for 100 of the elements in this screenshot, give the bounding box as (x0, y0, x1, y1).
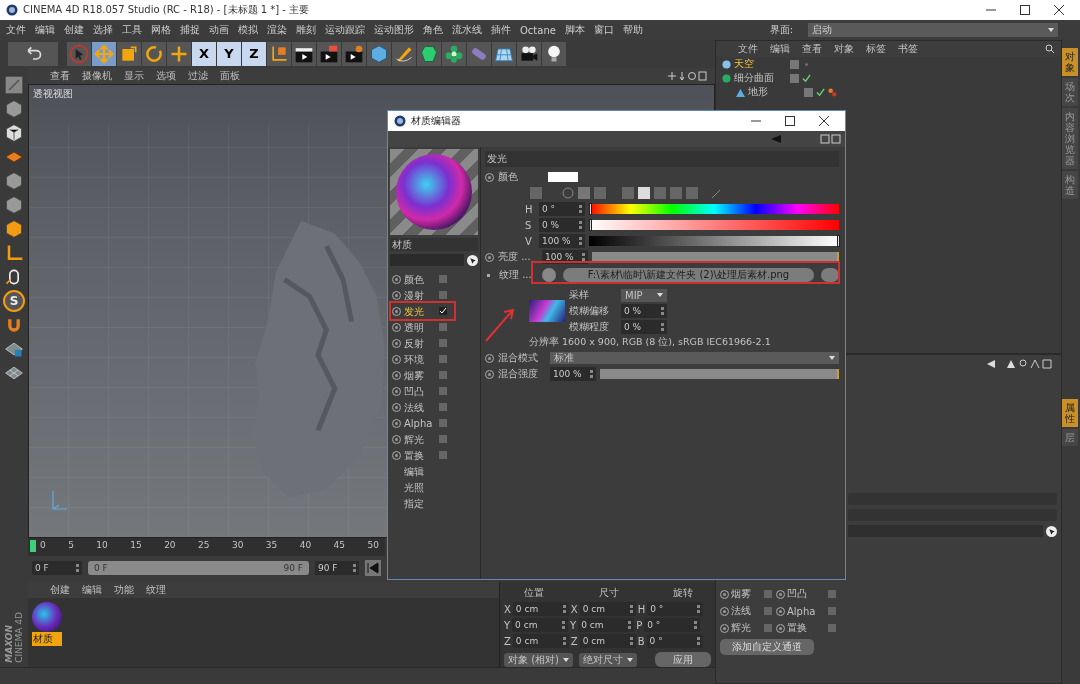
channel-checkbox[interactable] (439, 291, 447, 299)
menu-item[interactable]: 脚本 (564, 23, 585, 37)
layout-dropdown[interactable]: 启动 (808, 23, 1058, 37)
menu-item[interactable]: 角色 (423, 23, 443, 37)
frame-range-slider[interactable]: 0 F 90 F (88, 561, 309, 575)
menu-item[interactable]: 网格 (151, 23, 171, 37)
channel-checkbox[interactable] (439, 339, 447, 347)
channel-item[interactable]: 法线 (404, 401, 436, 413)
channel-checkbox[interactable] (439, 307, 447, 315)
viewport-menu-item[interactable]: 选项 (156, 69, 176, 83)
page-item[interactable]: 指定 (392, 497, 436, 509)
material-name[interactable]: 材质 (32, 632, 62, 646)
editor-toolbar-icon[interactable] (771, 134, 841, 144)
menu-item[interactable]: 选择 (93, 23, 113, 37)
apply-button[interactable]: 应用 (655, 652, 711, 667)
cube-mode-icon[interactable] (4, 218, 24, 239)
object-menu-item[interactable]: 对象 (834, 42, 854, 56)
enabled-check-icon[interactable] (816, 87, 825, 97)
channel-checkbox[interactable] (828, 590, 836, 598)
material-name-field[interactable]: 材质 (390, 238, 478, 251)
menu-item[interactable]: 运动跟踪 (325, 23, 365, 37)
object-name[interactable]: 细分曲面 (734, 71, 774, 85)
menu-item[interactable]: 动画 (209, 23, 229, 37)
menu-item[interactable]: 流水线 (452, 23, 482, 37)
tag-icon[interactable] (828, 87, 837, 97)
rotation-field[interactable]: 0 ° (646, 634, 703, 648)
pick-icon[interactable] (467, 254, 478, 266)
channel-item[interactable]: 凹凸 (404, 385, 436, 397)
object-menu-item[interactable]: 文件 (738, 42, 758, 56)
coordinate-mode-dropdown[interactable]: 对象 (相对) (504, 652, 573, 667)
channel-item[interactable]: 辉光 (404, 433, 436, 445)
channel-item[interactable]: 烟雾 (404, 369, 436, 381)
axis-lock-button[interactable]: X (192, 42, 216, 66)
viewport-menu-item[interactable]: 查看 (50, 69, 70, 83)
channel-checkbox[interactable] (764, 607, 772, 615)
size-field[interactable]: 0 cm (579, 602, 636, 616)
start-frame-field[interactable]: 0 F (32, 561, 82, 575)
checker-cube-icon[interactable] (4, 122, 24, 143)
enabled-check-icon[interactable] (802, 73, 811, 83)
mix-mode-dropdown[interactable]: 标准 (550, 352, 839, 364)
slider-thumb[interactable] (589, 203, 592, 215)
object-name[interactable]: 地形 (748, 85, 768, 99)
side-tab[interactable]: 属性 (1062, 399, 1078, 427)
end-frame-field[interactable]: 90 F (315, 561, 359, 575)
viewport-menu-item[interactable]: 过滤 (188, 69, 208, 83)
menu-item[interactable]: 捕捉 (180, 23, 200, 37)
object-name[interactable]: 天空 (734, 57, 754, 71)
close-icon[interactable] (819, 116, 829, 126)
channel-checkbox[interactable] (439, 403, 447, 411)
rotation-field[interactable]: 0 ° (647, 602, 704, 616)
viewport-menu-item[interactable]: 面板 (220, 69, 240, 83)
viewport-menu-item[interactable]: 显示 (124, 69, 144, 83)
menu-item[interactable]: 运动图形 (374, 23, 414, 37)
sampling-dropdown[interactable]: MIP (621, 288, 667, 302)
menu-item[interactable]: 创建 (64, 23, 84, 37)
channel-item[interactable]: 颜色 (404, 273, 436, 285)
material-ball-thumbnail[interactable] (32, 602, 62, 632)
hsv-value-field[interactable]: 0 % (539, 218, 585, 232)
menu-item[interactable]: 文件 (6, 23, 26, 37)
color-gradient-slider[interactable] (589, 204, 839, 214)
cube-mode-icon[interactable] (4, 194, 24, 215)
object-menu-item[interactable]: 书签 (898, 42, 918, 56)
menu-item[interactable]: 窗口 (593, 23, 614, 37)
channel-checkbox[interactable] (439, 451, 447, 459)
channel-checkbox[interactable] (828, 607, 836, 615)
slider-thumb[interactable] (836, 235, 840, 247)
menu-item[interactable]: 渲染 (267, 23, 287, 37)
menu-item[interactable]: Octane (520, 24, 556, 36)
undo-tool-button[interactable] (8, 42, 58, 66)
material-menu-item[interactable]: 编辑 (82, 583, 102, 597)
maximize-icon[interactable] (1020, 5, 1030, 15)
add-channel-button[interactable]: 添加自定义通道 (720, 639, 814, 655)
maximize-icon[interactable] (785, 116, 795, 126)
snap-button[interactable]: S (3, 289, 25, 312)
channel-item[interactable]: 发光 (404, 305, 436, 317)
channel-checkbox[interactable] (439, 323, 447, 331)
hsv-value-field[interactable]: 100 % (539, 234, 585, 248)
channel-checkbox[interactable] (439, 355, 447, 363)
menu-item[interactable]: 帮助 (622, 23, 643, 37)
channel-checkbox[interactable] (764, 624, 772, 632)
slider-thumb[interactable] (589, 219, 592, 231)
channel-item[interactable]: Alpha (404, 417, 436, 429)
texture-extra-button[interactable] (821, 268, 839, 282)
pick-icon[interactable] (1046, 525, 1057, 537)
material-menu-item[interactable]: 纹理 (146, 583, 166, 597)
position-field[interactable]: 0 cm (512, 618, 569, 632)
channel-checkbox[interactable] (439, 275, 447, 283)
channel-item[interactable]: 环境 (404, 353, 436, 365)
channel-checkbox[interactable] (439, 371, 447, 379)
cube-mode-icon[interactable] (4, 98, 24, 119)
cube-mode-icon[interactable] (4, 170, 24, 191)
axis-lock-button[interactable]: Z (242, 42, 266, 66)
channel-item[interactable]: 透明 (404, 321, 436, 333)
channel-item[interactable]: 反射 (404, 337, 436, 349)
menu-item[interactable]: 插件 (491, 23, 511, 37)
menu-item[interactable]: 雕刻 (296, 23, 316, 37)
position-field[interactable]: 0 cm (512, 602, 569, 616)
slider-fill[interactable] (592, 252, 839, 262)
channel-checkbox[interactable] (764, 590, 772, 598)
viewport-menu-item[interactable]: 摄像机 (82, 69, 112, 83)
